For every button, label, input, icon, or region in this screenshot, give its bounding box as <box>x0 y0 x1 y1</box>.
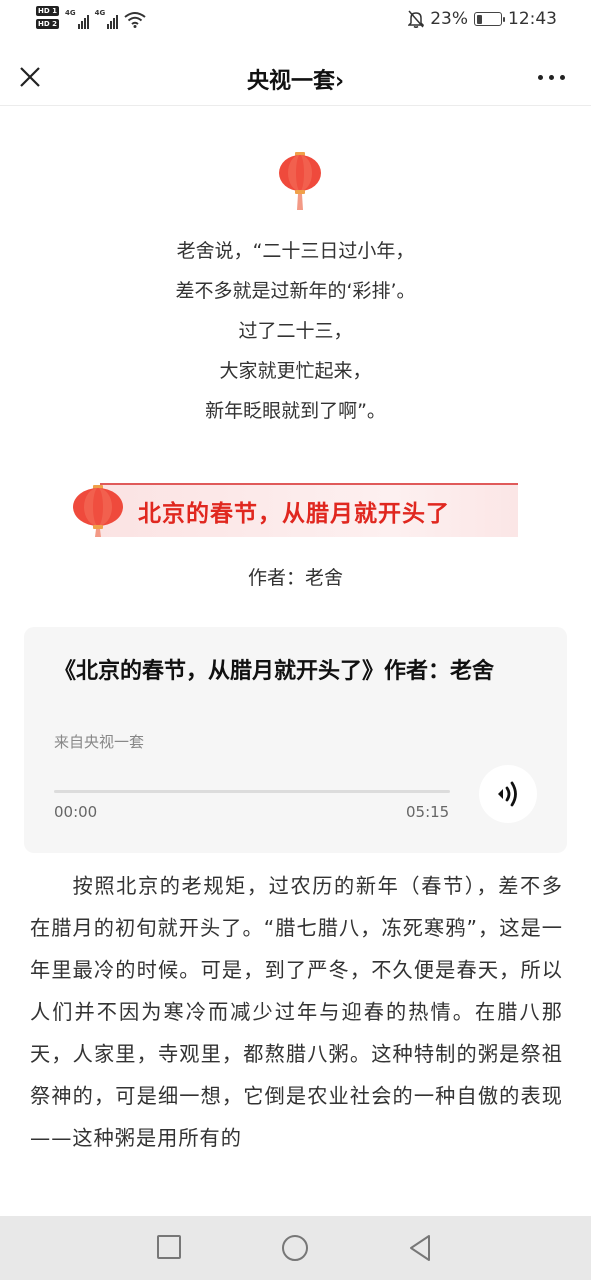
back-button[interactable] <box>407 1234 433 1262</box>
network-type-1: 4G <box>64 9 76 17</box>
article-content: 老舍说，“二十三日过小年， 差不多就是过新年的‘彩排’。 过了二十三， 大家就更… <box>0 107 591 1216</box>
battery-level <box>476 14 482 24</box>
hd-badge-1: HD 1 <box>36 6 59 16</box>
poem-line: 老舍说，“二十三日过小年， <box>176 240 415 262</box>
poem: 老舍说，“二十三日过小年， 差不多就是过新年的‘彩排’。 过了二十三， 大家就更… <box>0 231 591 431</box>
audio-title: 《北京的春节，从腊月就开头了》作者：老舍 <box>54 659 495 684</box>
body-paragraph: 按照北京的老规矩，过农历的新年（春节），差不多在腊月的初旬就开头了。“腊七腊八，… <box>30 874 563 1150</box>
author-line: 作者：老舍 <box>247 567 343 589</box>
wifi-icon <box>124 12 146 28</box>
home-button[interactable] <box>281 1234 309 1262</box>
network-type-2: 4G <box>94 9 106 17</box>
chevron-right-icon: › <box>334 69 345 94</box>
banner-title: 北京的春节，从腊月就开头了 <box>138 501 450 527</box>
battery-icon <box>474 12 505 26</box>
hd-badge-2: HD 2 <box>36 19 59 29</box>
lantern-icon <box>279 152 321 210</box>
audio-time-end: 05:15 <box>406 803 450 821</box>
mute-icon <box>408 10 425 28</box>
status-bar: HD 1 HD 2 4G 4G 23% 12:43 <box>0 0 591 42</box>
audio-wave-icon <box>498 781 517 807</box>
poem-line: 差不多就是过新年的‘彩排’。 <box>175 280 416 302</box>
status-left: HD 1 HD 2 4G 4G <box>36 6 146 29</box>
lantern-icon <box>73 485 123 537</box>
system-nav-bar <box>0 1216 591 1280</box>
status-right: 23% 12:43 <box>408 9 557 29</box>
poem-line: 新年眨眼就到了啊”。 <box>205 400 386 422</box>
poem-line: 大家就更忙起来， <box>219 360 372 382</box>
page-title: 央视一套 <box>246 69 335 94</box>
clock: 12:43 <box>508 9 557 29</box>
audio-play-button[interactable] <box>479 765 537 823</box>
recents-button[interactable] <box>156 1234 182 1260</box>
poem-line: 过了二十三， <box>238 320 353 342</box>
article-body: 按照北京的老规矩，过农历的新年（春节），差不多在腊月的初旬就开头了。“腊七腊八，… <box>30 865 563 1159</box>
audio-progress-bar[interactable] <box>54 790 450 793</box>
audio-time-start: 00:00 <box>54 803 98 821</box>
section-banner: 北京的春节，从腊月就开头了 <box>72 483 518 539</box>
signal-icon: 4G <box>65 9 89 29</box>
more-icon[interactable] <box>538 75 565 80</box>
account-title-link[interactable]: 央视一套› <box>0 63 591 95</box>
audio-card[interactable]: 《北京的春节，从腊月就开头了》作者：老舍 来自央视一套 00:00 05:15 <box>24 627 567 853</box>
battery-percent: 23% <box>430 9 468 29</box>
audio-source: 来自央视一套 <box>54 733 145 751</box>
hd-badges: HD 1 HD 2 <box>36 6 59 29</box>
signal-icon: 4G <box>95 9 119 29</box>
top-nav: 央视一套› <box>0 50 591 106</box>
